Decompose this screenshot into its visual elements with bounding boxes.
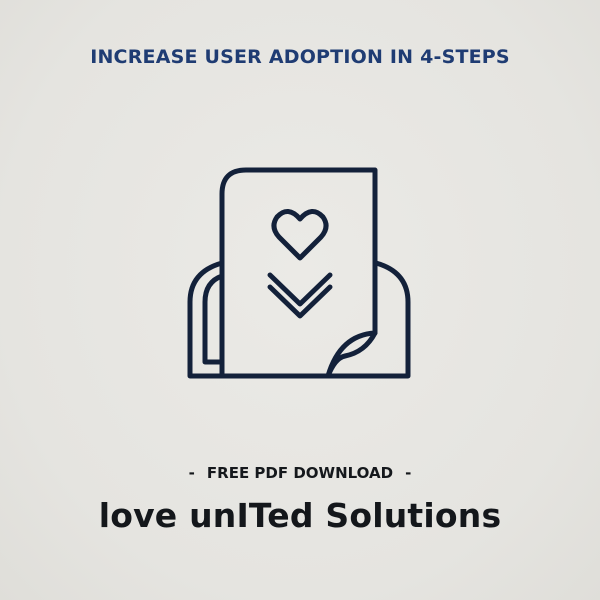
dash-left: - xyxy=(188,464,195,482)
promo-card: INCREASE USER ADOPTION IN 4-STEPS - FREE … xyxy=(0,0,600,600)
headline: INCREASE USER ADOPTION IN 4-STEPS xyxy=(90,46,510,68)
chevron-down-icon xyxy=(267,272,333,307)
document-heart-download-icon xyxy=(185,164,415,384)
folder-inner-line xyxy=(202,273,225,365)
free-pdf-download-label: - FREE PDF DOWNLOAD - xyxy=(0,464,600,482)
dash-right: - xyxy=(405,464,412,482)
brand-name: love unITed Solutions xyxy=(98,496,502,535)
cta-text: FREE PDF DOWNLOAD xyxy=(206,464,394,482)
heart-icon xyxy=(271,209,329,261)
document-sheet xyxy=(219,167,378,379)
